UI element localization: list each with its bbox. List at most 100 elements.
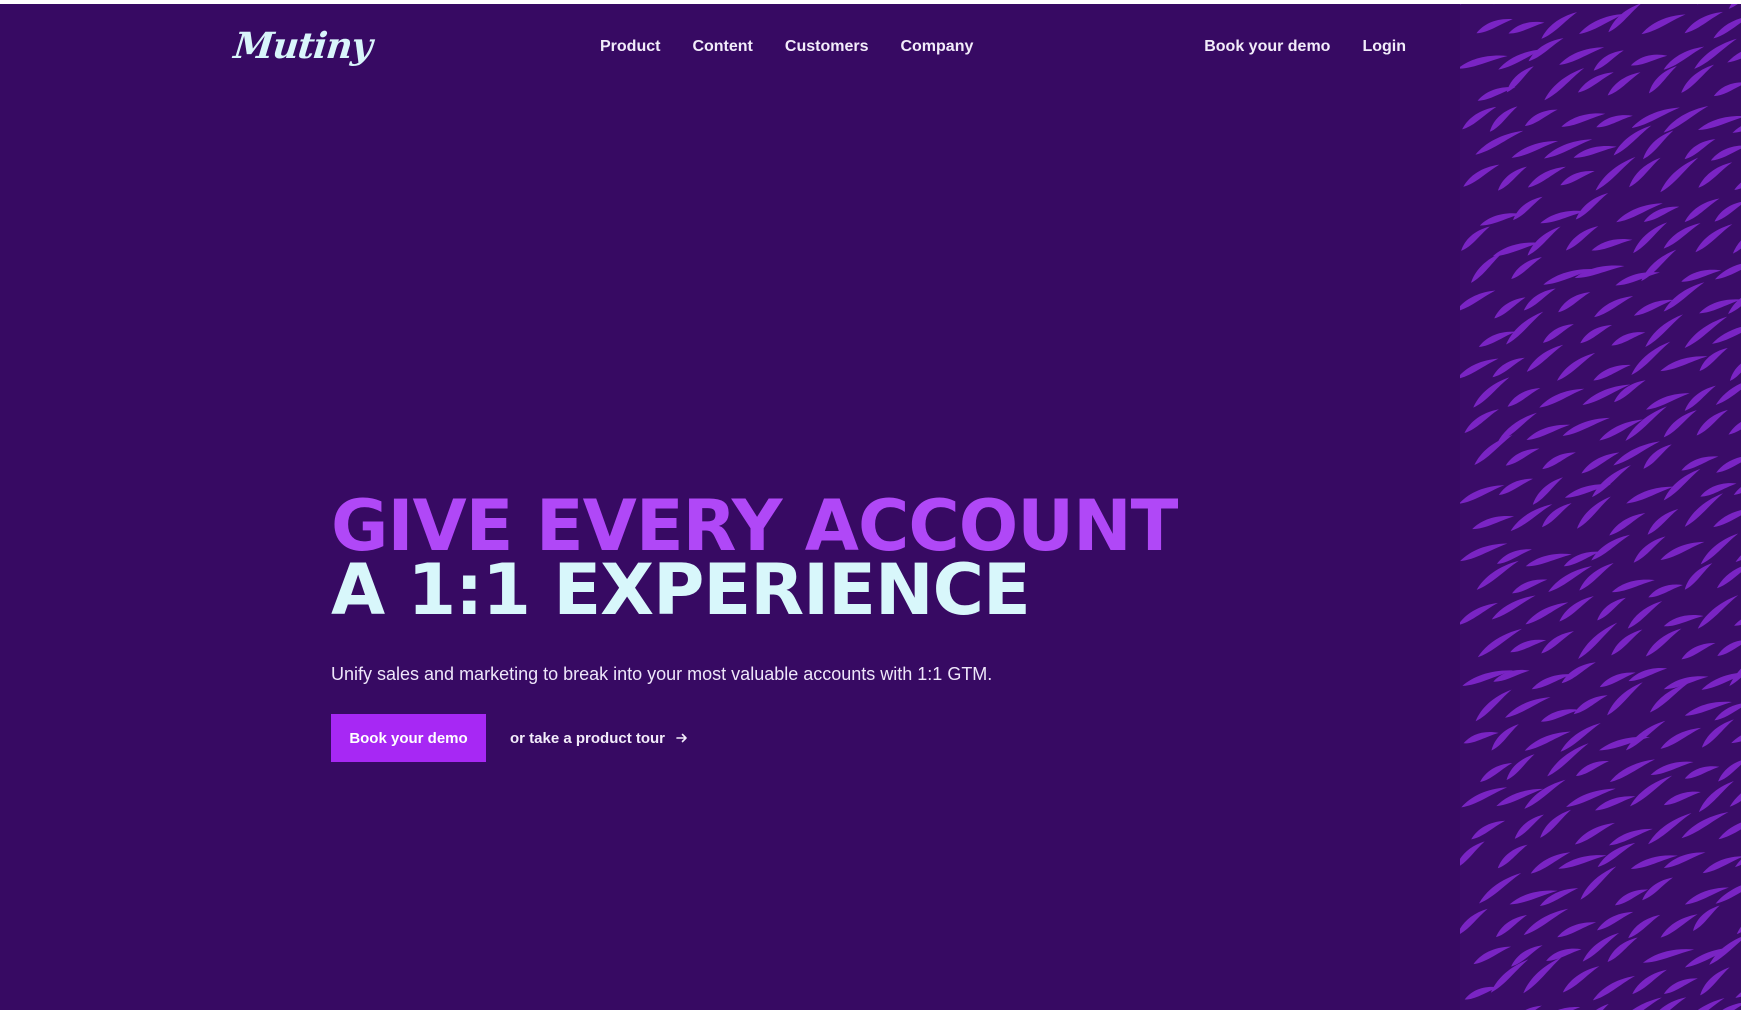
flame-stroke (1460, 485, 1505, 504)
flame-stroke (1693, 905, 1720, 931)
flame-stroke (1641, 249, 1677, 282)
flame-stroke (1541, 12, 1578, 39)
flame-stroke (1562, 417, 1610, 436)
flame-stroke (1630, 855, 1678, 869)
flame-stroke (1709, 933, 1741, 965)
flame-stroke (1702, 856, 1741, 874)
login-link[interactable]: Login (1362, 38, 1406, 56)
flame-stroke (1573, 695, 1608, 715)
flame-stroke (1630, 54, 1668, 66)
flame-stroke (1530, 852, 1571, 874)
flame-stroke (1579, 562, 1614, 591)
flame-stroke (1736, 908, 1741, 935)
flame-stroke (1473, 377, 1510, 408)
book-demo-link[interactable]: Book your demo (1204, 38, 1330, 56)
flame-stroke (1463, 732, 1499, 744)
flame-stroke (1650, 761, 1694, 776)
flame-stroke (1577, 72, 1614, 93)
flame-stroke (1559, 596, 1594, 622)
flame-stroke (1627, 601, 1663, 629)
flame-stroke (1497, 166, 1527, 191)
flame-stroke (1614, 889, 1649, 906)
flame-stroke (1715, 377, 1741, 405)
flame-stroke (1734, 613, 1741, 626)
flame-stroke (1735, 536, 1741, 563)
flame-pattern-icon (1460, 4, 1741, 1010)
flame-stroke (1645, 314, 1683, 348)
flame-stroke (1576, 496, 1611, 529)
flame-stroke (1575, 761, 1609, 777)
arrow-right-icon (676, 733, 687, 743)
flame-stroke (1490, 959, 1529, 993)
flame-stroke (1574, 822, 1615, 845)
flame-stroke (1476, 560, 1519, 590)
flame-stroke (1681, 997, 1725, 1010)
brand-logo[interactable]: Mutiny (232, 24, 374, 68)
flame-stroke (1613, 441, 1660, 466)
nav-item-company[interactable]: Company (900, 38, 973, 56)
flame-stroke (1684, 385, 1716, 411)
flame-stroke (1523, 908, 1569, 936)
flame-stroke (1649, 683, 1689, 713)
flame-stroke (1513, 196, 1543, 221)
flame-stroke (1663, 852, 1706, 869)
hero-section: GIVE EVERY ACCOUNT A 1:1 EXPERIENCE Unif… (331, 491, 1331, 762)
flame-stroke (1663, 410, 1697, 438)
flame-stroke (1498, 49, 1544, 70)
flame-stroke (1460, 290, 1496, 312)
product-tour-link[interactable]: or take a product tour (510, 730, 689, 747)
nav-item-product[interactable]: Product (600, 38, 660, 56)
flame-stroke (1718, 817, 1741, 840)
flame-stroke (1697, 115, 1741, 131)
book-demo-button[interactable]: Book your demo (331, 714, 486, 762)
flame-stroke (1710, 145, 1741, 161)
flame-stroke (1494, 297, 1526, 319)
flame-stroke (1694, 38, 1737, 69)
flame-stroke (1477, 628, 1523, 658)
flame-stroke (1491, 595, 1536, 620)
flame-stroke (1696, 409, 1728, 436)
flame-stroke (1717, 639, 1741, 657)
flame-stroke (1580, 866, 1617, 900)
flame-stroke (1663, 282, 1705, 312)
flame-stroke (1643, 130, 1674, 160)
flame-stroke (1460, 841, 1485, 869)
flame-stroke (1523, 288, 1556, 311)
flame-stroke (1460, 602, 1498, 626)
flame-stroke (1463, 164, 1500, 187)
flame-stroke (1509, 1005, 1542, 1010)
flame-stroke (1611, 629, 1643, 656)
flame-stroke (1506, 311, 1544, 345)
flame-stroke (1663, 468, 1701, 501)
flame-stroke (1526, 344, 1564, 372)
flame-stroke (1660, 541, 1705, 560)
flame-stroke (1508, 21, 1545, 34)
flame-stroke (1532, 477, 1563, 505)
flame-stroke (1559, 47, 1605, 65)
flame-stroke (1663, 791, 1701, 806)
flame-stroke (1476, 19, 1513, 34)
flame-stroke (1471, 252, 1504, 283)
flame-stroke (1460, 4, 1491, 5)
flame-stroke (1472, 515, 1515, 530)
flame-stroke (1591, 534, 1631, 561)
nav-item-content[interactable]: Content (692, 38, 752, 56)
flame-stroke (1734, 841, 1741, 868)
flame-stroke (1464, 409, 1499, 434)
flame-stroke (1732, 224, 1741, 254)
flame-stroke (1544, 68, 1585, 101)
hero-page: Mutiny Product Content Customers Company… (0, 4, 1741, 1010)
flame-stroke (1648, 813, 1692, 845)
flame-stroke (1581, 1003, 1609, 1010)
flame-stroke (1681, 456, 1719, 471)
flame-stroke (1496, 549, 1532, 564)
flame-stroke (1684, 766, 1720, 779)
flame-stroke (1474, 435, 1513, 466)
flame-stroke (1541, 503, 1572, 528)
flame-stroke (1681, 643, 1716, 660)
flame-stroke (1495, 915, 1528, 938)
flame-stroke (1592, 975, 1636, 1001)
flame-stroke (1734, 172, 1741, 190)
flame-stroke (1628, 914, 1661, 939)
nav-item-customers[interactable]: Customers (785, 38, 869, 56)
